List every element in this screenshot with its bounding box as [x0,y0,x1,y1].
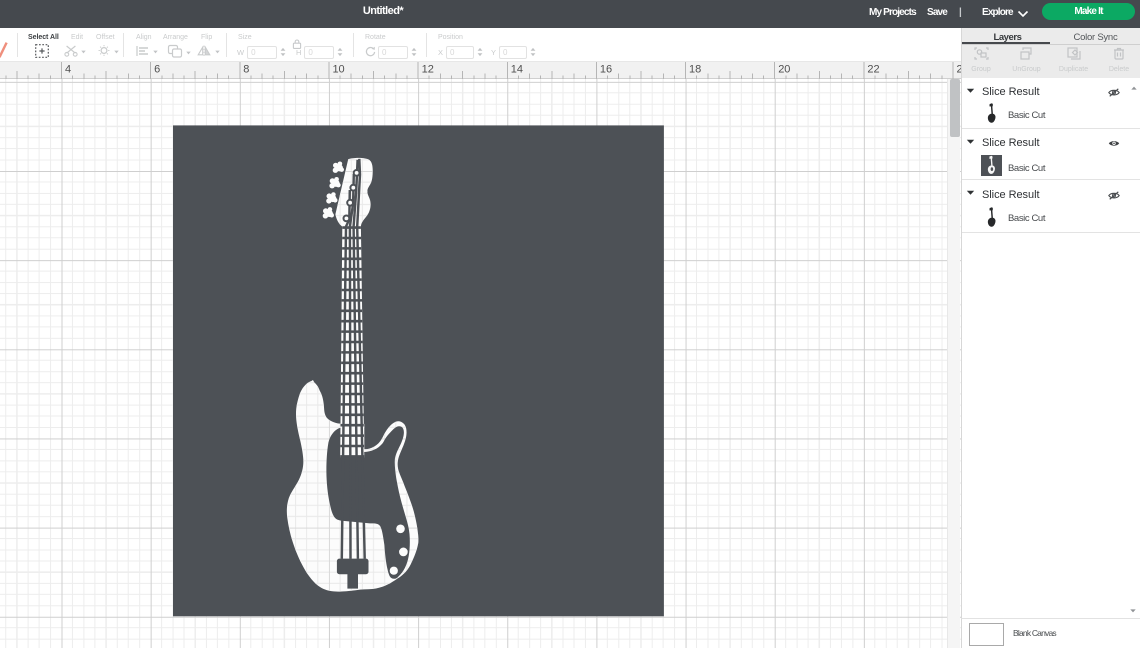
svg-text:22: 22 [867,64,879,76]
svg-text:6: 6 [154,64,160,76]
svg-text:12: 12 [422,64,434,76]
svg-text:4: 4 [65,64,71,76]
svg-text:10: 10 [332,64,344,76]
svg-text:18: 18 [689,64,701,76]
svg-text:14: 14 [511,64,523,76]
svg-text:8: 8 [243,64,249,76]
svg-text:16: 16 [600,64,612,76]
svg-text:20: 20 [778,64,790,76]
